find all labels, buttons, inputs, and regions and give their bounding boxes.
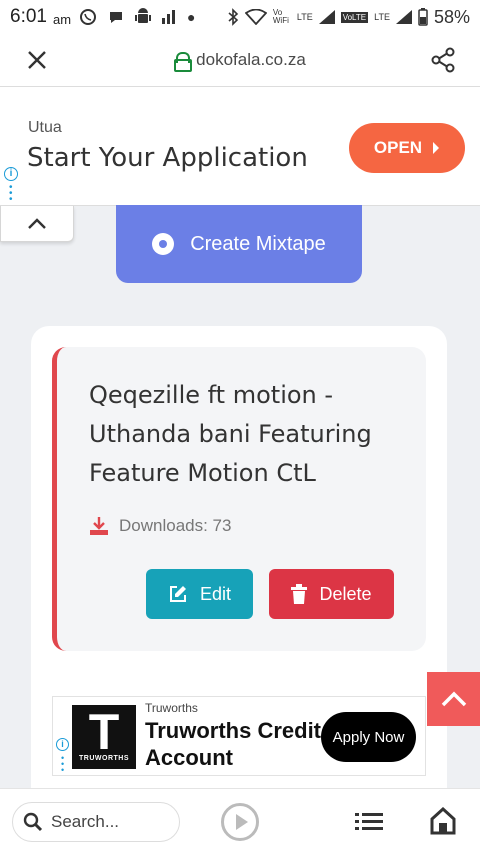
truworths-logo: T TRUWORTHS (72, 704, 136, 769)
share-icon (431, 47, 455, 73)
status-time: 6:01 (10, 6, 47, 27)
status-ampm: am (52, 11, 72, 27)
whatsapp-icon (80, 9, 97, 25)
ad-headline[interactable]: Truworths Credit Account (145, 717, 325, 771)
battery-percent: 58% (433, 6, 470, 27)
search-box[interactable] (12, 802, 180, 842)
dot-icon: ● (187, 9, 196, 25)
android-icon (135, 8, 152, 23)
ad-info-icon[interactable]: i (4, 167, 18, 181)
create-mixtape-label: Create Mixtape (190, 232, 326, 255)
lte-label-2: LTE (374, 12, 390, 22)
top-ad-banner[interactable]: Utua Start Your Application OPEN i • • • (0, 86, 480, 206)
close-icon (28, 51, 46, 69)
create-mixtape-button[interactable]: Create Mixtape (116, 205, 362, 283)
status-bar: 6:01 am ● Vo WiFi LTE VoLTE LTE 58% (0, 0, 480, 34)
bluetooth-icon (228, 8, 239, 26)
ad-open-button[interactable]: OPEN (349, 123, 465, 173)
logo-text: TRUWORTHS (79, 755, 129, 762)
notification-icons: ● (79, 8, 196, 26)
home-icon[interactable] (429, 807, 457, 835)
apply-now-label: Apply Now (332, 728, 405, 746)
browser-toolbar: dokofala.co.za (0, 34, 480, 86)
track-title: Qeqezille ft motion - Uthanda bani Featu… (89, 381, 372, 487)
ad-headline[interactable]: Start Your Application (27, 143, 308, 173)
chevron-up-icon (441, 691, 466, 707)
vowifi-label: Vo WiFi (272, 8, 289, 25)
signal-bars-icon (162, 10, 176, 24)
ad-info-icon[interactable]: i (56, 738, 69, 751)
playlist-icon[interactable] (355, 811, 383, 833)
wifi-icon (244, 9, 267, 25)
logo-letter: T (88, 704, 120, 760)
downloads-count: Downloads: 73 (119, 516, 232, 535)
disc-icon (152, 233, 175, 255)
ad-open-label: OPEN (373, 138, 423, 157)
volte-label: VoLTE (340, 11, 369, 23)
url-text: dokofala.co.za (196, 50, 306, 69)
truworths-ad-banner[interactable]: T TRUWORTHS Truworths Truworths Credit A… (52, 696, 426, 776)
downloads-info: Downloads: 73 (89, 516, 231, 536)
play-button[interactable] (221, 803, 259, 841)
close-button[interactable] (0, 34, 74, 86)
download-icon (90, 517, 108, 535)
apply-now-button[interactable]: Apply Now (321, 712, 416, 762)
edit-label: Edit (199, 583, 232, 604)
scroll-to-top-button[interactable] (427, 672, 480, 726)
ad-brand: Utua (28, 119, 62, 136)
cell-signal-icon-2 (395, 10, 412, 24)
bottom-navigation (0, 788, 480, 854)
cell-signal-icon (318, 10, 335, 24)
ad-options-icon[interactable]: • • • (9, 183, 13, 205)
ad-options-icon[interactable]: • • • (61, 754, 64, 775)
lock-icon (174, 52, 193, 72)
lte-label: LTE (296, 12, 313, 22)
chat-icon (110, 12, 123, 23)
share-button[interactable] (406, 34, 480, 86)
edit-button[interactable]: Edit (146, 569, 253, 619)
ad-brand: Truworths (145, 701, 198, 715)
delete-label: Delete (319, 583, 372, 604)
trash-icon (291, 584, 308, 604)
collapse-ad-button[interactable] (0, 206, 74, 242)
address-bar[interactable]: dokofala.co.za (74, 50, 406, 72)
edit-icon (169, 586, 186, 602)
search-input[interactable] (51, 812, 171, 832)
search-icon (23, 812, 43, 832)
system-icons: Vo WiFi LTE VoLTE LTE 58% (227, 7, 470, 28)
chevron-up-icon (28, 217, 46, 229)
battery-icon (418, 8, 428, 26)
caret-right-icon (433, 142, 440, 154)
delete-button[interactable]: Delete (269, 569, 394, 619)
